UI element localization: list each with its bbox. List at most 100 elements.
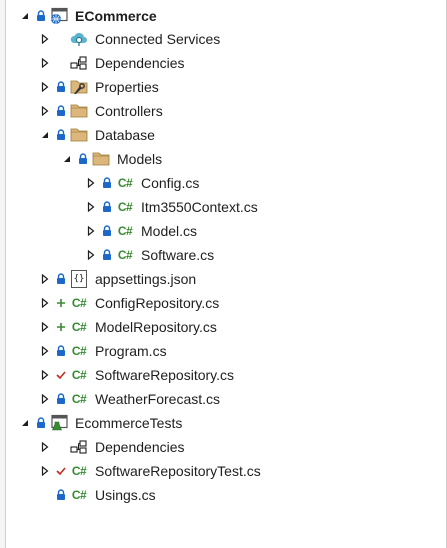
solution-explorer-tree: ECommerce Connected Services Dependencie… [5,0,447,548]
lock-icon [54,272,68,286]
tree-node-itm3550context-cs[interactable]: C# Itm3550Context.cs [6,195,446,219]
lock-icon [100,224,114,238]
connected-services-label: Connected Services [95,31,221,47]
collapsed-arrow-icon[interactable] [38,272,52,286]
collapsed-arrow-icon[interactable] [38,80,52,94]
folder-icon [69,126,89,144]
properties-folder-icon [69,78,89,96]
lock-icon [54,128,68,142]
dependencies-label: Dependencies [95,55,185,71]
file-label: WeatherForecast.cs [95,391,221,407]
tree-node-models[interactable]: Models [6,147,446,171]
lock-icon [100,200,114,214]
collapsed-arrow-icon[interactable] [84,248,98,262]
csharp-file-icon: C# [117,200,133,214]
tree-node-dependencies[interactable]: Dependencies [6,51,446,75]
controllers-label: Controllers [95,103,163,119]
json-file-icon: {} [69,270,89,288]
dependencies-icon [69,54,89,72]
lock-icon [54,104,68,118]
collapsed-arrow-icon[interactable] [38,368,52,382]
tree-node-weather-forecast-cs[interactable]: C# WeatherForecast.cs [6,387,446,411]
collapsed-arrow-icon[interactable] [38,320,52,334]
collapsed-arrow-icon[interactable] [38,344,52,358]
csharp-file-icon: C# [117,248,133,262]
expanded-arrow-icon[interactable] [18,9,32,23]
folder-icon [91,150,111,168]
lock-icon [54,344,68,358]
file-label: ConfigRepository.cs [95,295,220,311]
csharp-file-icon: C# [117,176,133,190]
dependencies-icon [69,438,89,456]
tree-node-software-cs[interactable]: C# Software.cs [6,243,446,267]
csharp-file-icon: C# [71,392,87,406]
added-plus-icon [54,296,68,310]
checked-out-check-icon [54,368,68,382]
collapsed-arrow-icon[interactable] [38,32,52,46]
collapsed-arrow-icon[interactable] [84,176,98,190]
tree-node-model-cs[interactable]: C# Model.cs [6,219,446,243]
lock-icon [54,80,68,94]
tree-node-test-dependencies[interactable]: Dependencies [6,435,446,459]
collapsed-arrow-icon[interactable] [38,296,52,310]
collapsed-arrow-icon[interactable] [84,200,98,214]
lock-icon [34,9,48,23]
json-glyph: {} [71,270,87,288]
csharp-file-icon: C# [71,368,87,382]
appsettings-label: appsettings.json [95,271,197,287]
status-placeholder [54,32,68,46]
tree-node-controllers[interactable]: Controllers [6,99,446,123]
collapsed-arrow-icon[interactable] [38,440,52,454]
file-label: Software.cs [141,247,215,263]
collapsed-arrow-icon[interactable] [84,224,98,238]
collapsed-arrow-icon[interactable] [38,392,52,406]
arrow-placeholder [38,488,52,502]
folder-icon [69,102,89,120]
tree-node-software-repository-cs[interactable]: C# SoftwareRepository.cs [6,363,446,387]
lock-icon [76,152,90,166]
collapsed-arrow-icon[interactable] [38,56,52,70]
tree-node-ecommerce-project[interactable]: ECommerce [6,4,446,28]
tree-node-config-cs[interactable]: C# Config.cs [6,171,446,195]
status-placeholder [54,56,68,70]
file-label: Itm3550Context.cs [141,199,258,215]
tree-node-usings-cs[interactable]: C# Usings.cs [6,483,446,507]
properties-label: Properties [95,79,159,95]
web-project-icon [49,7,69,25]
cloud-icon [69,30,89,48]
tree-node-model-repository-cs[interactable]: C# ModelRepository.cs [6,315,446,339]
csharp-file-icon: C# [71,296,87,310]
expanded-arrow-icon[interactable] [60,152,74,166]
collapsed-arrow-icon[interactable] [38,464,52,478]
status-placeholder [54,440,68,454]
test-project-icon [49,414,69,432]
expanded-arrow-icon[interactable] [18,416,32,430]
checked-out-check-icon [54,464,68,478]
file-label: SoftwareRepositoryTest.cs [95,463,261,479]
lock-icon [34,416,48,430]
lock-icon [100,248,114,262]
collapsed-arrow-icon[interactable] [38,104,52,118]
lock-icon [54,488,68,502]
tree-node-connected-services[interactable]: Connected Services [6,27,446,51]
tree-node-config-repository-cs[interactable]: C# ConfigRepository.cs [6,291,446,315]
tree-node-software-repository-test-cs[interactable]: C# SoftwareRepositoryTest.cs [6,459,446,483]
tree-node-database[interactable]: Database [6,123,446,147]
file-label: Model.cs [141,223,198,239]
lock-icon [100,176,114,190]
added-plus-icon [54,320,68,334]
file-label: Usings.cs [95,487,156,503]
tree-node-properties[interactable]: Properties [6,75,446,99]
csharp-file-icon: C# [71,464,87,478]
tree-node-ecommerce-tests-project[interactable]: EcommerceTests [6,411,446,435]
csharp-file-icon: C# [71,344,87,358]
csharp-file-icon: C# [71,488,87,502]
expanded-arrow-icon[interactable] [38,128,52,142]
file-label: Program.cs [95,343,167,359]
tree-node-appsettings-json[interactable]: {} appsettings.json [6,267,446,291]
file-label: Config.cs [141,175,200,191]
dependencies-label: Dependencies [95,439,185,455]
csharp-file-icon: C# [71,320,87,334]
lock-icon [54,392,68,406]
tree-node-program-cs[interactable]: C# Program.cs [6,339,446,363]
